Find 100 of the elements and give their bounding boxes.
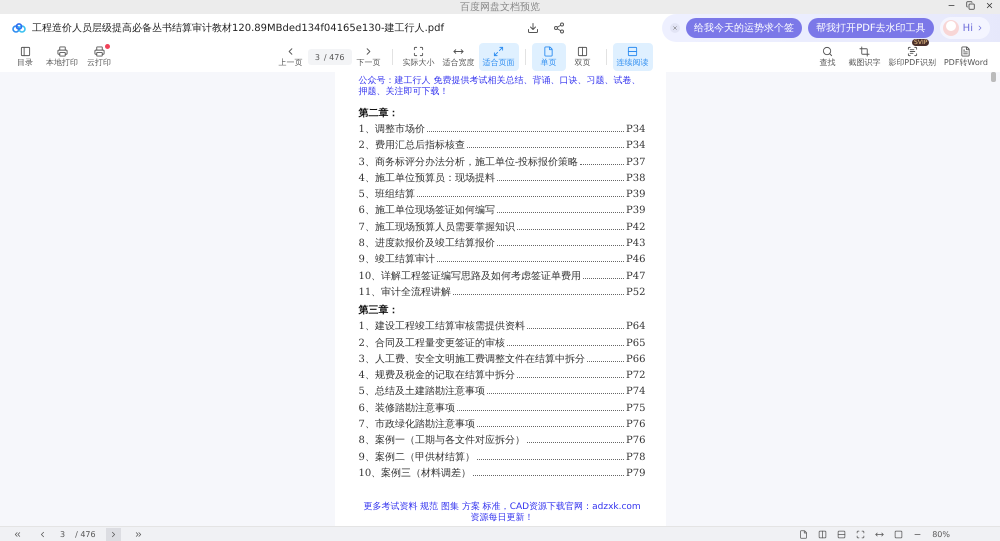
toolbar-button[interactable]: 适合宽度 [438,43,479,71]
page-reference: P79 [626,468,646,479]
toc-entry: 11、审计全流程讲解 [358,286,452,299]
page-reference: P74 [626,386,646,398]
first-page-icon [13,530,22,538]
toc-entry: 3、人工费、安全文明施工费调整文件在结算中拆分 [358,352,585,366]
page-reference: P34 [626,140,646,152]
suggestion-chip[interactable]: 给我今天的运势求个签 [686,18,802,38]
last-page-icon [134,530,143,538]
toolbar-button[interactable]: 目录 [8,43,42,71]
toc-entry: 7、施工现场预算人员需要掌握知识 [358,220,515,234]
fit-width-icon [453,46,464,57]
next-page-button[interactable] [106,528,121,540]
assistant-greeting-button[interactable]: Hi [940,17,990,39]
printer-icon [94,46,104,57]
toc-entry: 10、详解工程签证编写思路及如何考虑签证单费用 [358,270,582,283]
toc-entry: 9、竣工结算审计 [358,252,435,266]
toc-entry: 8、进度款报价及竣工结算报价 [358,236,495,250]
chevron-left-icon [38,530,47,538]
page-footer-text: 更多考试资料 规范 图集 方案 标准，CAD资源下载官网：adzxk.com 资源每日更新！ [362,502,642,524]
page-reference: P42 [626,222,646,233]
page-reference: P76 [626,435,646,446]
toc-entry: 7、市政绿化踏勘注意事项 [358,418,475,432]
dot-leader [586,360,624,362]
toc-entry: 3、商务标评分办法分析，施工单位-投标报价策略 [358,156,578,169]
dot-leader [583,278,624,279]
page-reference: P43 [626,238,646,250]
scan-icon [906,46,918,57]
share-icon[interactable] [553,22,566,34]
page-reference: P38 [626,172,646,184]
window-title: 百度网盘文档预览 [460,0,540,14]
toc-entry: 4、施工单位预算员：现场提料 [358,172,495,185]
restore-icon[interactable] [966,1,975,10]
single-page-icon [543,46,554,57]
sidebar-icon [20,46,30,57]
cloud-logo-icon [12,23,26,33]
avatar-icon [942,19,960,37]
zoom-level: 80% [932,530,950,538]
toc-entry: 1、调整市场价 [358,122,425,136]
single-page-icon[interactable] [799,530,808,538]
toolbar-button[interactable]: 双页 [566,43,600,71]
actual-size-icon[interactable] [856,530,866,538]
toolbar-button[interactable]: 截图识字 [844,43,884,71]
page-reference: P47 [626,270,646,282]
crop-icon [858,46,870,57]
toolbar-button[interactable]: 实际大小 [398,43,439,71]
continuous-icon [627,46,638,57]
page-reference: P37 [626,156,646,168]
suggestion-chip[interactable]: 帮我打开PDF去水印工具 [808,18,934,38]
page-header-text: 公众号：建工行人 免费提供考试相关总结、背诵、口诀、习题、试卷、押题、关注即可下载！ [358,76,642,98]
two-page-icon[interactable] [818,530,828,538]
toolbar-button[interactable]: 本地打印 [42,43,82,71]
toc-entry: 2、合同及工程量变更签证的审核 [358,336,505,350]
toc-entry: 5、班组结算 [358,188,415,202]
document-icon [960,46,972,57]
toc-entry: 10、案例三（材料调差） [358,466,472,480]
page-reference: P39 [626,189,646,200]
toc-entry: 4、规费及税金的记取在结算中拆分 [358,368,515,382]
page-number: 3 [60,530,66,538]
actual-size-icon [413,46,424,57]
continuous-icon[interactable] [837,530,846,538]
search-icon [822,46,833,57]
fit-page-icon [493,46,504,57]
toc-entry: 1、建设工程竣工结算审核需提供资料 [358,320,525,334]
chapter-heading: 第二章： [358,106,400,121]
toolbar-button[interactable]: 查找 [810,43,844,71]
page-reference: P64 [626,321,646,332]
document-title: 工程造价人员层级提高必备丛书结算审计教材120.89MBded134f04165e130-建工行人.pdf [32,22,444,35]
page-total: / 476 [75,530,96,538]
toc-entry: 6、装修踏勘注意事项 [358,402,455,415]
scrollbar [991,72,996,82]
toc-entry: 8、案例一（工期与各文件对应拆分） [358,434,525,448]
close-icon[interactable] [670,23,680,33]
toc-entry: 2、费用汇总后指标核查 [358,138,465,152]
download-icon[interactable] [527,22,540,34]
fit-page-icon[interactable] [894,530,904,538]
page-reference: P76 [626,419,646,430]
page-reference: P78 [626,452,646,463]
page-reference: P65 [626,338,646,349]
page-reference: P39 [626,205,646,216]
page-reference: P72 [626,370,646,382]
page-reference: P34 [626,124,646,135]
toc-entry: 9、案例二（甲供材结算） [358,450,475,464]
page-reference: P75 [626,402,646,414]
page-number-field[interactable]: 3 / 476 [308,49,352,65]
toolbar-button[interactable]: 云打印 [82,43,116,71]
chapter-heading: 第三章： [358,303,400,318]
page-reference: P52 [626,286,646,298]
page-reference: P46 [626,254,646,266]
fit-width-icon[interactable] [875,530,884,538]
page-reference: P66 [626,354,646,365]
next-page-button[interactable]: 下一页 [352,43,386,71]
toolbar-button[interactable]: PDF转Word [940,43,992,71]
printer-icon [56,46,68,57]
toc-entry: 5、总结及土建踏勘注意事项 [358,384,485,398]
two-page-icon [577,46,588,57]
previous-page-button[interactable]: 上一页 [274,43,308,71]
dot-leader [580,164,624,165]
close-icon[interactable] [985,1,994,10]
toc-entry: 6、施工单位现场签证如何编写 [358,204,495,218]
